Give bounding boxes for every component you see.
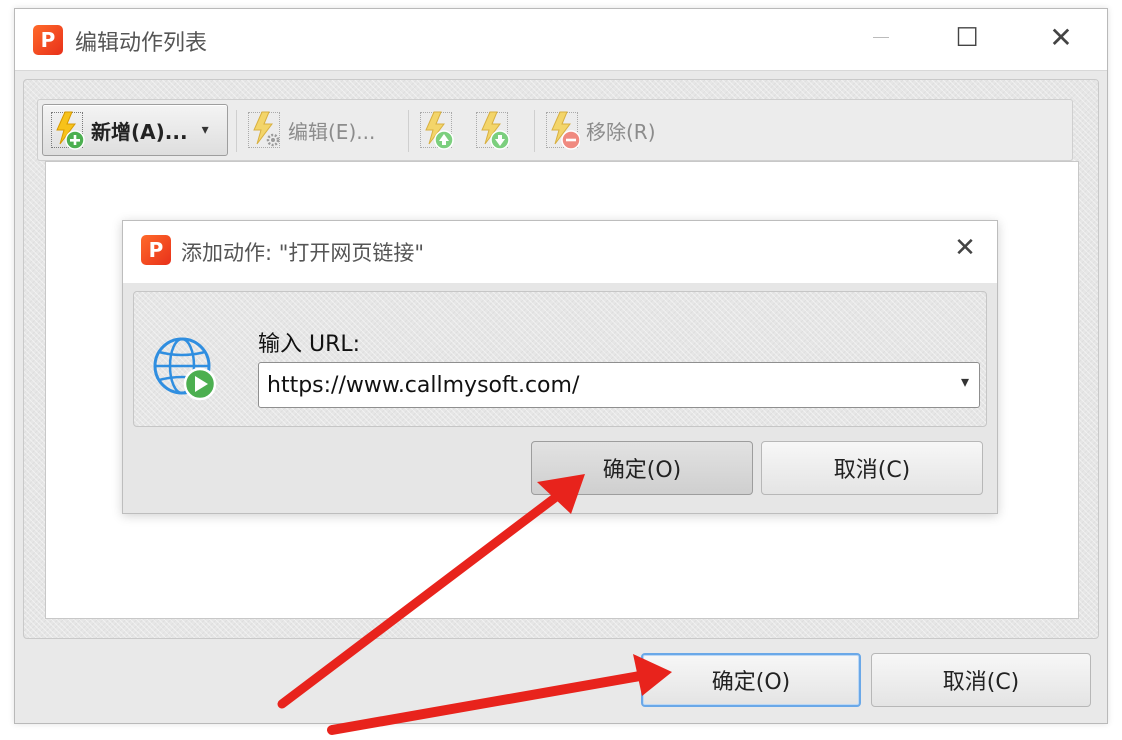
- dialog-title: 添加动作: "打开网页链接": [181, 241, 425, 265]
- add-action-button[interactable]: 新增(A)... ▾: [42, 104, 228, 156]
- add-action-label: 新增(A)...: [91, 119, 188, 144]
- close-button[interactable]: ✕: [1043, 21, 1079, 55]
- move-down-button[interactable]: [474, 104, 520, 156]
- url-input[interactable]: https://www.callmysoft.com/: [267, 373, 579, 398]
- dialog-titlebar: P 添加动作: "打开网页链接" ✕: [123, 221, 997, 283]
- window-title: 编辑动作列表: [75, 31, 208, 56]
- lightning-down-icon: [476, 110, 510, 150]
- remove-action-button[interactable]: 移除(R): [542, 104, 692, 156]
- toolbar-separator: [534, 110, 535, 152]
- move-up-button[interactable]: [418, 104, 464, 156]
- app-logo-icon: P: [141, 235, 171, 265]
- dialog-close-button[interactable]: ✕: [949, 233, 981, 267]
- window-titlebar: P 编辑动作列表 ☐ ✕: [15, 9, 1107, 71]
- cancel-button[interactable]: 取消(C): [871, 653, 1091, 707]
- lightning-add-icon: [51, 110, 85, 150]
- edit-action-button[interactable]: 编辑(E)...: [244, 104, 404, 156]
- lightning-up-icon: [420, 110, 454, 150]
- url-dropdown-icon[interactable]: ▾: [961, 372, 969, 391]
- toolbar-separator: [408, 110, 409, 152]
- toolbar-separator: [236, 110, 237, 152]
- url-combobox[interactable]: https://www.callmysoft.com/ ▾: [258, 362, 980, 408]
- app-logo-icon: P: [33, 25, 63, 55]
- edit-action-label: 编辑(E)...: [288, 119, 376, 144]
- toolbar: 新增(A)... ▾ 编辑(E)... 移除(R): [37, 99, 1073, 161]
- maximize-button[interactable]: ☐: [955, 23, 979, 53]
- lightning-gear-icon: [248, 110, 282, 150]
- remove-action-label: 移除(R): [586, 119, 656, 144]
- ok-button[interactable]: 确定(O): [641, 653, 861, 707]
- add-dropdown-icon[interactable]: ▾: [202, 122, 209, 138]
- add-action-dialog: P 添加动作: "打开网页链接" ✕ 输入 URL: https://www.c…: [122, 220, 998, 514]
- dialog-content-panel: 输入 URL: https://www.callmysoft.com/ ▾: [133, 291, 987, 427]
- url-label: 输入 URL:: [258, 332, 361, 357]
- dialog-cancel-button[interactable]: 取消(C): [761, 441, 983, 495]
- dialog-ok-button[interactable]: 确定(O): [531, 441, 753, 495]
- minimize-button[interactable]: [873, 37, 889, 38]
- lightning-remove-icon: [546, 110, 580, 150]
- globe-play-icon: [152, 336, 218, 402]
